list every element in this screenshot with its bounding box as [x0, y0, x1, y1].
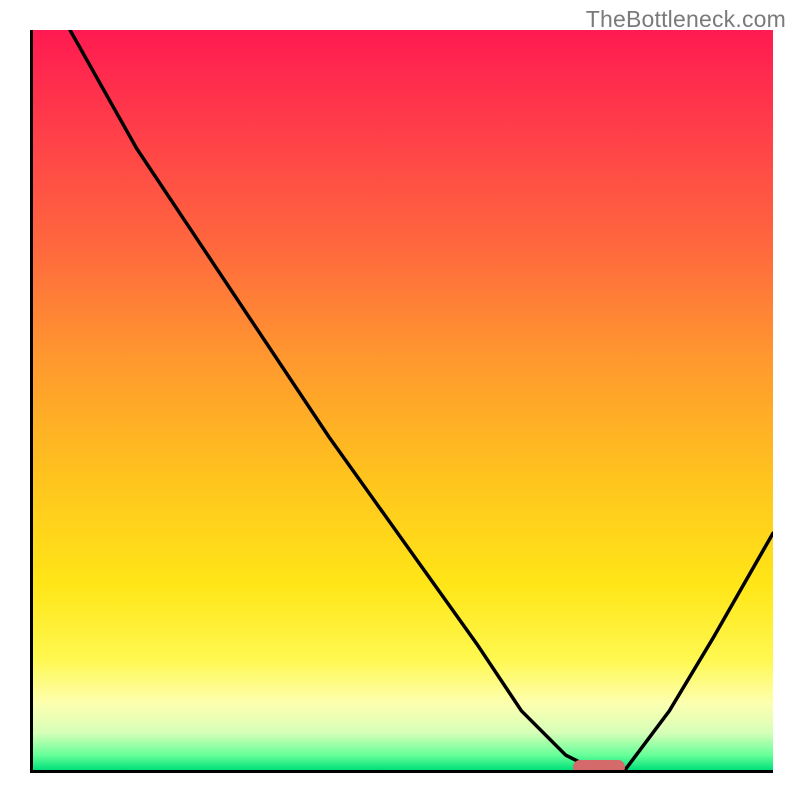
bottleneck-curve	[33, 30, 773, 770]
watermark-label: TheBottleneck.com	[586, 6, 786, 33]
chart-canvas: TheBottleneck.com	[0, 0, 800, 800]
optimal-range-marker	[573, 760, 625, 773]
plot-area	[30, 30, 773, 773]
